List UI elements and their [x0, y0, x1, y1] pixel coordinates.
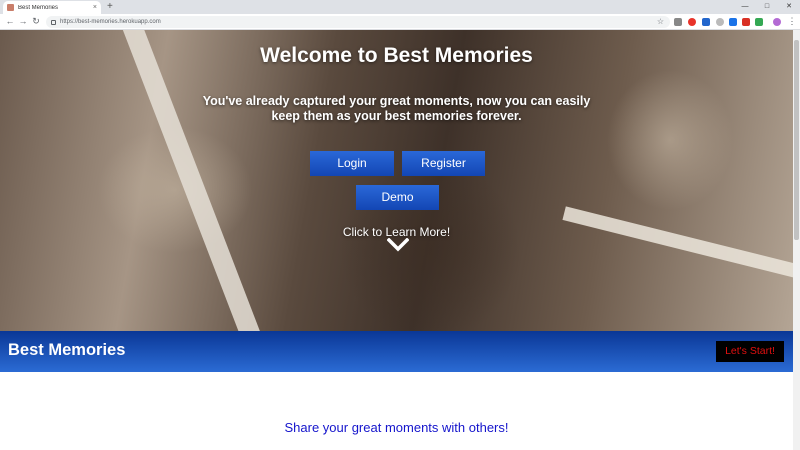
- new-tab-button[interactable]: +: [107, 1, 113, 13]
- page-scrollbar[interactable]: [793, 30, 800, 450]
- extension-icon[interactable]: [674, 18, 682, 26]
- site-navbar: Best Memories: [0, 331, 793, 372]
- browser-toolbar: ← → ↻ https://best-memories.herokuapp.co…: [0, 14, 800, 30]
- browser-tab[interactable]: Best Memories ×: [3, 1, 101, 14]
- profile-avatar[interactable]: [773, 18, 781, 26]
- hero-section: Welcome to Best Memories You've already …: [0, 30, 793, 331]
- extension-sheets-icon[interactable]: [755, 18, 763, 26]
- extension-pdf-icon[interactable]: [742, 18, 750, 26]
- browser-tabstrip: Best Memories × + — □ ✕: [0, 0, 800, 14]
- learn-more-link[interactable]: Click to Learn More!: [0, 225, 793, 239]
- lock-icon: [51, 19, 56, 25]
- login-button[interactable]: Login: [310, 151, 394, 176]
- section-heading: Share your great moments with others!: [284, 420, 509, 435]
- extension-translate-icon[interactable]: [702, 18, 710, 26]
- maximize-icon[interactable]: □: [756, 0, 778, 14]
- reload-icon[interactable]: ↻: [30, 15, 42, 28]
- lets-start-button[interactable]: Let's Start!: [716, 341, 784, 362]
- forward-icon[interactable]: →: [17, 15, 29, 28]
- extension-drive-icon[interactable]: [729, 18, 737, 26]
- url-text: https://best-memories.herokuapp.com: [60, 19, 161, 25]
- extension-gear-icon[interactable]: [716, 18, 724, 26]
- bookmark-star-icon[interactable]: ☆: [657, 16, 664, 28]
- back-icon[interactable]: ←: [4, 15, 16, 28]
- register-button[interactable]: Register: [402, 151, 485, 176]
- tab-close-icon[interactable]: ×: [93, 4, 97, 11]
- window-close-icon[interactable]: ✕: [778, 0, 800, 14]
- hero-title: Welcome to Best Memories: [260, 44, 533, 67]
- hero-content: Welcome to Best Memories You've already …: [0, 30, 793, 331]
- scrollbar-thumb[interactable]: [794, 40, 799, 240]
- minimize-icon[interactable]: —: [734, 0, 756, 14]
- brand-logo-text[interactable]: Best Memories: [8, 341, 125, 360]
- address-bar[interactable]: https://best-memories.herokuapp.com ☆: [46, 16, 670, 28]
- menu-kebab-icon[interactable]: ⋮: [786, 15, 798, 28]
- tab-title: Best Memories: [18, 4, 59, 11]
- demo-button[interactable]: Demo: [356, 185, 439, 210]
- favicon-icon: [7, 4, 14, 11]
- extension-opera-icon[interactable]: [688, 18, 696, 26]
- hero-subtitle: You've already captured your great momen…: [202, 94, 591, 123]
- chevron-down-icon[interactable]: [387, 238, 409, 252]
